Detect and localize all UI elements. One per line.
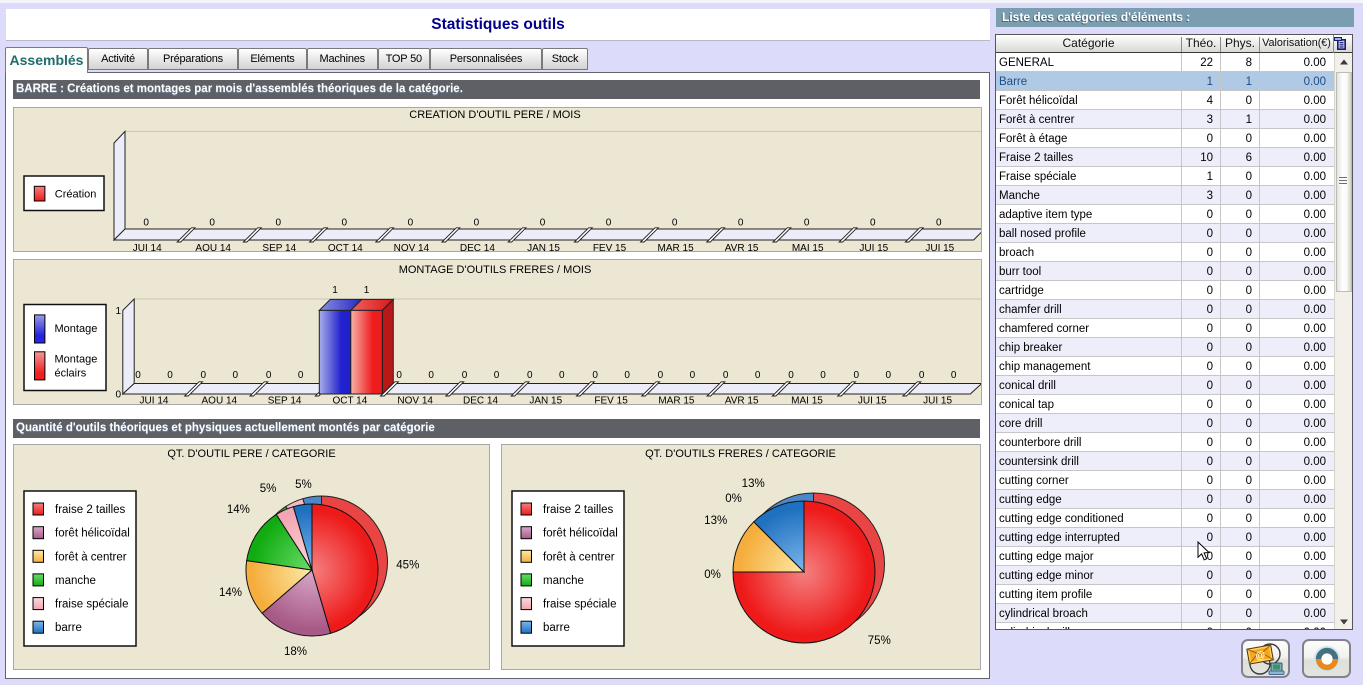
svg-text:SEP 14: SEP 14 — [268, 396, 302, 406]
svg-text:SEP 14: SEP 14 — [262, 243, 296, 252]
svg-text:forêt à centrer: forêt à centrer — [55, 551, 127, 563]
svg-text:JUI 15: JUI 15 — [923, 396, 952, 406]
svg-text:JAN 15: JAN 15 — [529, 396, 562, 406]
svg-text:14%: 14% — [227, 504, 250, 516]
svg-text:fraise spéciale: fraise spéciale — [543, 599, 617, 611]
svg-text:MAI 15: MAI 15 — [791, 396, 823, 406]
svg-text:14%: 14% — [219, 587, 242, 599]
svg-text:0: 0 — [209, 218, 215, 229]
svg-text:0: 0 — [527, 370, 533, 381]
svg-text:MONTAGE D'OUTILS FRERES / MOIS: MONTAGE D'OUTILS FRERES / MOIS — [399, 264, 592, 276]
svg-text:1: 1 — [332, 285, 338, 296]
svg-text:FEV 15: FEV 15 — [593, 243, 627, 252]
svg-text:QT. D'OUTILS FRERES / CATEGORI: QT. D'OUTILS FRERES / CATEGORIE — [645, 448, 836, 460]
svg-text:forêt à centrer: forêt à centrer — [543, 551, 615, 563]
svg-text:1: 1 — [115, 306, 121, 317]
svg-text:0: 0 — [135, 370, 141, 381]
svg-text:CREATION D'OUTIL PERE / MOIS: CREATION D'OUTIL PERE / MOIS — [409, 109, 580, 121]
svg-text:0: 0 — [396, 370, 402, 381]
svg-text:0: 0 — [870, 218, 876, 229]
svg-text:OCT 14: OCT 14 — [328, 243, 363, 252]
svg-text:0: 0 — [408, 218, 414, 229]
svg-text:MAR 15: MAR 15 — [658, 396, 695, 406]
svg-text:0: 0 — [919, 370, 925, 381]
svg-text:AVR 15: AVR 15 — [725, 396, 759, 406]
svg-text:0: 0 — [342, 218, 348, 229]
svg-text:JUI 15: JUI 15 — [925, 243, 954, 252]
svg-text:NOV 14: NOV 14 — [397, 396, 433, 406]
svg-text:13%: 13% — [704, 515, 727, 527]
svg-text:0: 0 — [788, 370, 794, 381]
svg-text:0: 0 — [233, 370, 239, 381]
svg-text:AOU 14: AOU 14 — [195, 243, 231, 252]
svg-text:0: 0 — [167, 370, 173, 381]
svg-text:0: 0 — [886, 370, 892, 381]
svg-text:AVR 15: AVR 15 — [725, 243, 759, 252]
svg-text:0: 0 — [298, 370, 304, 381]
svg-text:0: 0 — [723, 370, 729, 381]
svg-text:1: 1 — [364, 285, 370, 296]
svg-text:barre: barre — [55, 622, 82, 634]
svg-text:0%: 0% — [725, 493, 742, 505]
svg-text:0: 0 — [951, 370, 957, 381]
svg-text:0: 0 — [624, 370, 630, 381]
svg-text:0: 0 — [201, 370, 207, 381]
svg-text:0: 0 — [592, 370, 598, 381]
svg-text:0: 0 — [672, 218, 678, 229]
svg-text:0: 0 — [474, 218, 480, 229]
svg-text:JUI 14: JUI 14 — [133, 243, 162, 252]
svg-text:Montage: Montage — [55, 323, 98, 335]
svg-text:OCT 14: OCT 14 — [332, 396, 367, 406]
svg-text:0: 0 — [658, 370, 664, 381]
svg-text:Montage: Montage — [55, 354, 98, 366]
svg-text:0: 0 — [854, 370, 860, 381]
svg-text:0: 0 — [115, 390, 121, 401]
svg-text:AOU 14: AOU 14 — [202, 396, 238, 406]
svg-text:0: 0 — [804, 218, 810, 229]
svg-text:QT. D'OUTIL PERE / CATEGORIE: QT. D'OUTIL PERE / CATEGORIE — [167, 448, 335, 460]
svg-text:JUI 15: JUI 15 — [859, 243, 888, 252]
svg-text:éclairs: éclairs — [55, 368, 87, 380]
svg-text:FEV 15: FEV 15 — [594, 396, 628, 406]
svg-text:0: 0 — [494, 370, 500, 381]
svg-text:0: 0 — [606, 218, 612, 229]
svg-text:barre: barre — [543, 622, 570, 634]
svg-text:JUI 14: JUI 14 — [140, 396, 169, 406]
svg-text:forêt hélicoïdal: forêt hélicoïdal — [55, 528, 130, 540]
svg-text:0: 0 — [143, 218, 149, 229]
svg-text:18%: 18% — [284, 646, 307, 658]
svg-text:0: 0 — [276, 218, 282, 229]
svg-text:manche: manche — [55, 575, 96, 587]
svg-text:0: 0 — [690, 370, 696, 381]
svg-text:45%: 45% — [396, 560, 419, 572]
svg-text:forêt hélicoïdal: forêt hélicoïdal — [543, 528, 618, 540]
svg-text:DEC 14: DEC 14 — [463, 396, 498, 406]
svg-text:Création: Création — [55, 189, 97, 201]
svg-text:0: 0 — [462, 370, 468, 381]
svg-text:0: 0 — [936, 218, 942, 229]
svg-text:0: 0 — [738, 218, 744, 229]
svg-text:DEC 14: DEC 14 — [460, 243, 495, 252]
svg-text:0: 0 — [540, 218, 546, 229]
svg-text:0: 0 — [820, 370, 826, 381]
svg-text:0: 0 — [755, 370, 761, 381]
svg-text:0: 0 — [428, 370, 434, 381]
svg-text:5%: 5% — [260, 483, 277, 495]
svg-text:MAI 15: MAI 15 — [792, 243, 824, 252]
svg-text:MAR 15: MAR 15 — [658, 243, 695, 252]
svg-text:0%: 0% — [704, 569, 721, 581]
svg-text:fraise 2 tailles: fraise 2 tailles — [55, 504, 126, 516]
svg-text:75%: 75% — [868, 635, 891, 647]
svg-text:0: 0 — [559, 370, 565, 381]
svg-text:NOV 14: NOV 14 — [394, 243, 430, 252]
svg-text:5%: 5% — [295, 479, 312, 491]
svg-text:JAN 15: JAN 15 — [527, 243, 560, 252]
svg-text:fraise spéciale: fraise spéciale — [55, 599, 129, 611]
svg-text:13%: 13% — [742, 478, 765, 490]
svg-text:fraise 2 tailles: fraise 2 tailles — [543, 504, 614, 516]
svg-text:JUI 15: JUI 15 — [858, 396, 887, 406]
svg-text:manche: manche — [543, 575, 584, 587]
svg-text:0: 0 — [266, 370, 272, 381]
